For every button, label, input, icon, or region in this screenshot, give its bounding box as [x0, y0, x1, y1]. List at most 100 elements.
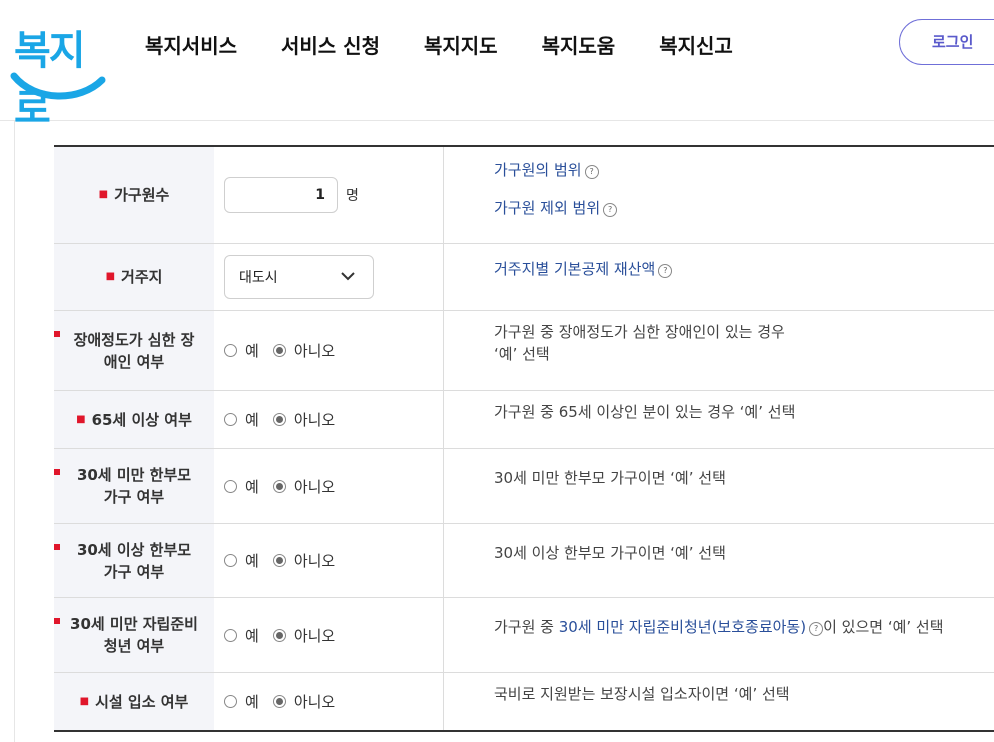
- row-header: ■ 65세 이상 여부: [54, 391, 214, 448]
- radio-yes[interactable]: [224, 695, 237, 708]
- radio-yes-label[interactable]: 예: [245, 691, 259, 712]
- row-header: 30세 이상 한부모가구 여부: [54, 524, 214, 597]
- row-label-line: 청년 여부: [103, 637, 165, 655]
- required-marker-icon: ■: [105, 271, 116, 282]
- row-input-cell: 명: [214, 147, 444, 243]
- household-exclusion-link[interactable]: 가구원 제외 범위: [494, 199, 600, 217]
- table-row-household-size: ■ 가구원수 명 가구원의 범위? 가구원 제외 범위?: [54, 147, 994, 244]
- row-description: 30세 미만 한부모 가구이면 ‘예’ 선택: [494, 469, 726, 487]
- row-description: 30세 이상 한부모 가구이면 ‘예’ 선택: [494, 544, 726, 562]
- row-header: ■ 거주지: [54, 244, 214, 310]
- table-row-single-parent-30-plus: 30세 이상 한부모가구 여부 예 아니오 30세 이상 한부모 가구이면 ‘예…: [54, 524, 994, 598]
- nav-service-apply[interactable]: 서비스 신청: [281, 30, 380, 62]
- row-header: ■ 시설 입소 여부: [54, 673, 214, 730]
- radio-no-label[interactable]: 아니오: [294, 550, 335, 571]
- required-marker-icon: ■: [79, 695, 90, 707]
- nav-welfare-help[interactable]: 복지도움: [542, 30, 616, 62]
- row-header: 30세 미만 자립준비청년 여부: [54, 598, 214, 672]
- help-icon[interactable]: ?: [584, 165, 599, 179]
- residence-select[interactable]: 대도시: [224, 255, 374, 299]
- row-input-cell: 예 아니오: [214, 391, 444, 448]
- radio-no-label[interactable]: 아니오: [294, 409, 335, 430]
- household-size-input[interactable]: [224, 177, 338, 213]
- radio-no[interactable]: [272, 413, 286, 426]
- radio-yes-label[interactable]: 예: [245, 625, 259, 646]
- row-input-cell: 예 아니오: [214, 449, 444, 523]
- required-marker-icon: [54, 618, 60, 624]
- nav-welfare-map[interactable]: 복지지도: [424, 30, 498, 62]
- logo-text: 복지로: [14, 28, 86, 132]
- logo[interactable]: 복지로: [10, 14, 110, 132]
- radio-yes-label[interactable]: 예: [245, 409, 259, 430]
- row-description: 가구원의 범위? 가구원 제외 범위?: [444, 147, 994, 243]
- row-label-line: 가구 여부: [103, 488, 165, 506]
- row-input-cell: 예 아니오: [214, 598, 444, 672]
- radio-no-label[interactable]: 아니오: [294, 691, 335, 712]
- table-row-65-plus: ■ 65세 이상 여부 예 아니오 가구원 중 65세 이상인 분이 있는 경우…: [54, 391, 994, 449]
- radio-no-label[interactable]: 아니오: [294, 625, 335, 646]
- nav-welfare-report[interactable]: 복지신고: [659, 30, 733, 62]
- required-marker-icon: ■: [98, 189, 109, 200]
- help-icon[interactable]: ?: [658, 264, 673, 278]
- residence-select-value: 대도시: [239, 270, 278, 286]
- independent-youth-link[interactable]: 30세 미만 자립준비청년(보호종료아동): [559, 618, 806, 636]
- radio-group: 예 아니오: [224, 550, 349, 571]
- login-button[interactable]: 로그인: [899, 19, 994, 65]
- table-row-residence: ■ 거주지 대도시 거주지별 기본공제 재산액?: [54, 244, 994, 311]
- household-scope-link[interactable]: 가구원의 범위: [494, 161, 582, 179]
- row-description: 거주지별 기본공제 재산액?: [444, 244, 994, 310]
- row-input-cell: 대도시: [214, 244, 444, 310]
- radio-no[interactable]: [272, 479, 286, 493]
- row-header: ■ 가구원수: [54, 147, 214, 243]
- row-label-line: 30세 미만 자립준비: [70, 615, 198, 633]
- description-line: 가구원 중 장애정도가 심한 장애인이 있는 경우: [494, 323, 785, 341]
- row-input-cell: 예 아니오: [214, 673, 444, 730]
- radio-no[interactable]: [272, 628, 286, 642]
- table-row-independent-youth: 30세 미만 자립준비청년 여부 예 아니오 가구원 중 30세 미만 자립준비…: [54, 598, 994, 673]
- description-text: 이 있으면 ‘예’ 선택: [823, 618, 944, 636]
- radio-no[interactable]: [272, 695, 286, 708]
- description-text: 가구원 중: [494, 618, 559, 636]
- residence-deduction-link[interactable]: 거주지별 기본공제 재산액: [494, 260, 655, 278]
- required-marker-icon: ■: [76, 413, 86, 425]
- eligibility-form-table: ■ 가구원수 명 가구원의 범위? 가구원 제외 범위? ■ 거주지 대도시 거: [54, 145, 994, 732]
- row-label: 가구원수: [114, 186, 170, 204]
- row-input-cell: 예 아니오: [214, 524, 444, 597]
- radio-yes[interactable]: [224, 554, 237, 567]
- row-label-line: 애인 여부: [103, 352, 165, 371]
- radio-yes-label[interactable]: 예: [245, 476, 259, 497]
- radio-no[interactable]: [272, 554, 286, 567]
- help-icon[interactable]: ?: [603, 203, 618, 217]
- radio-no[interactable]: [272, 344, 286, 357]
- help-icon[interactable]: ?: [809, 622, 824, 636]
- radio-yes[interactable]: [224, 479, 237, 493]
- row-description: 가구원 중 장애정도가 심한 장애인이 있는 경우 ‘예’ 선택: [444, 311, 994, 390]
- row-label: 65세 이상 여부: [91, 410, 192, 429]
- table-row-single-parent-under-30: 30세 미만 한부모 가구 여부 예 아니오 30세 미만 한부모 가구이면 ‘예…: [54, 449, 994, 524]
- row-label-line: 30세 이상 한부모: [76, 540, 192, 559]
- chevron-down-icon: [341, 272, 355, 281]
- radio-yes[interactable]: [224, 628, 237, 642]
- radio-group: 예 아니오: [224, 340, 349, 361]
- radio-group: 예 아니오: [224, 476, 349, 497]
- radio-group: 예 아니오: [224, 691, 349, 712]
- row-input-cell: 예 아니오: [214, 311, 444, 390]
- required-marker-icon: [54, 331, 60, 337]
- row-label: 거주지: [121, 268, 163, 286]
- radio-yes-label[interactable]: 예: [245, 340, 259, 361]
- site-header: 복지로 복지서비스 서비스 신청 복지지도 복지도움 복지신고 로그인: [0, 0, 994, 132]
- nav-welfare-services[interactable]: 복지서비스: [145, 30, 237, 62]
- radio-no-label[interactable]: 아니오: [294, 476, 335, 497]
- unit-label: 명: [346, 188, 359, 204]
- radio-yes[interactable]: [224, 413, 237, 426]
- left-divider: [14, 120, 15, 742]
- required-marker-icon: [54, 469, 60, 475]
- row-description: 가구원 중 30세 미만 자립준비청년(보호종료아동)? 이 있으면 ‘예’ 선택: [444, 598, 994, 672]
- radio-yes[interactable]: [224, 344, 237, 357]
- row-label-line: 가구 여부: [103, 562, 165, 581]
- row-description: 국비로 지원받는 보장시설 입소자이면 ‘예’ 선택: [494, 685, 790, 703]
- row-description: 가구원 중 65세 이상인 분이 있는 경우 ‘예’ 선택: [494, 403, 796, 421]
- radio-no-label[interactable]: 아니오: [294, 340, 335, 361]
- row-label: 시설 입소 여부: [95, 692, 189, 711]
- radio-yes-label[interactable]: 예: [245, 550, 259, 571]
